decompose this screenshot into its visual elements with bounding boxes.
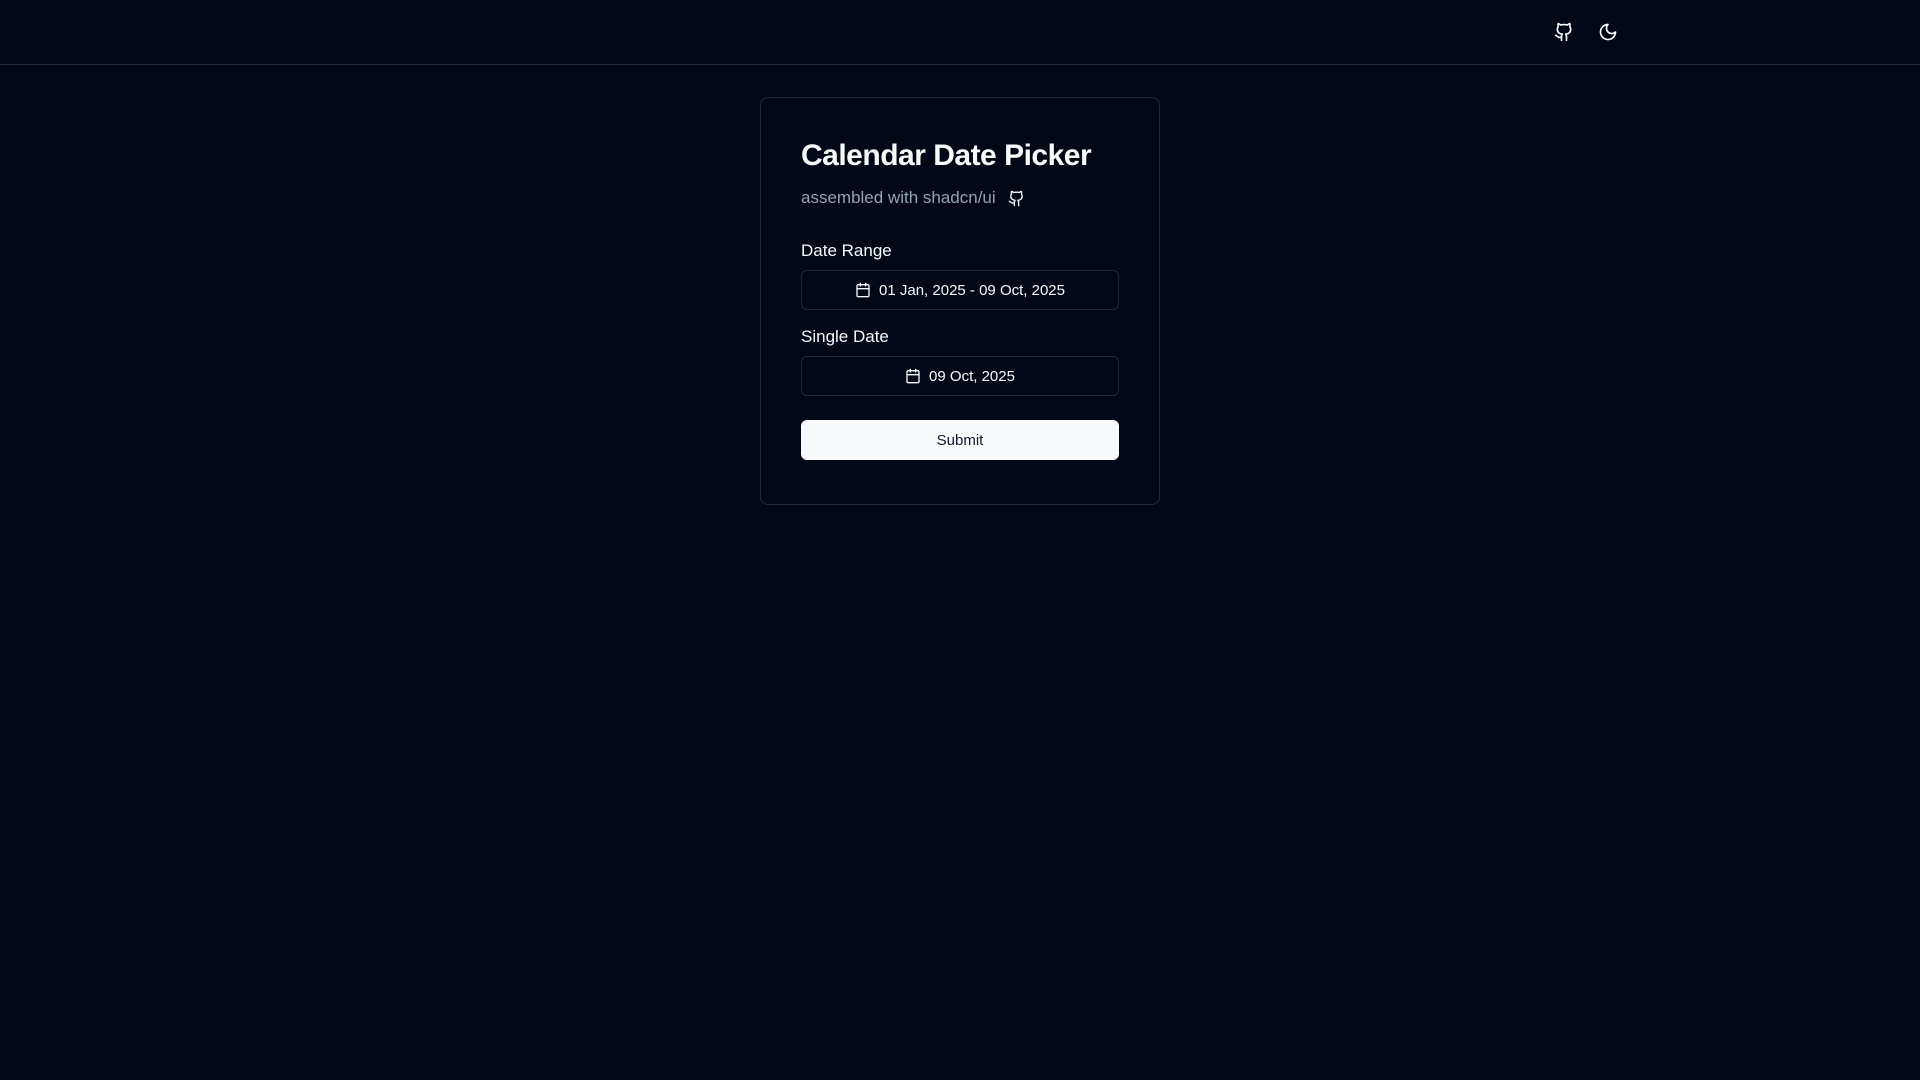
github-icon [1554, 22, 1572, 42]
subtitle-row: assembled with shadcn/ui [801, 186, 1119, 210]
submit-button[interactable]: Submit [801, 420, 1119, 460]
calendar-icon [906, 368, 920, 384]
top-navbar [0, 0, 1920, 65]
github-link-button[interactable] [1546, 14, 1582, 50]
single-date-value: 09 Oct, 2025 [929, 367, 1015, 385]
calendar-icon [856, 282, 870, 298]
date-range-value: 01 Jan, 2025 - 09 Oct, 2025 [879, 281, 1065, 299]
single-date-label: Single Date [801, 327, 889, 346]
subtitle: assembled with shadcn/ui [801, 188, 996, 207]
date-picker-card: Calendar Date Picker assembled with shad… [760, 97, 1160, 505]
date-range-picker-button[interactable]: 01 Jan, 2025 - 09 Oct, 2025 [801, 270, 1119, 310]
github-icon [1008, 190, 1024, 206]
date-range-label: Date Range [801, 241, 892, 260]
single-date-picker-button[interactable]: 09 Oct, 2025 [801, 356, 1119, 396]
subtitle-github-link[interactable] [1008, 189, 1026, 207]
theme-toggle-button[interactable] [1590, 14, 1626, 50]
page-title: Calendar Date Picker [801, 139, 1092, 172]
moon-icon [1599, 23, 1617, 41]
